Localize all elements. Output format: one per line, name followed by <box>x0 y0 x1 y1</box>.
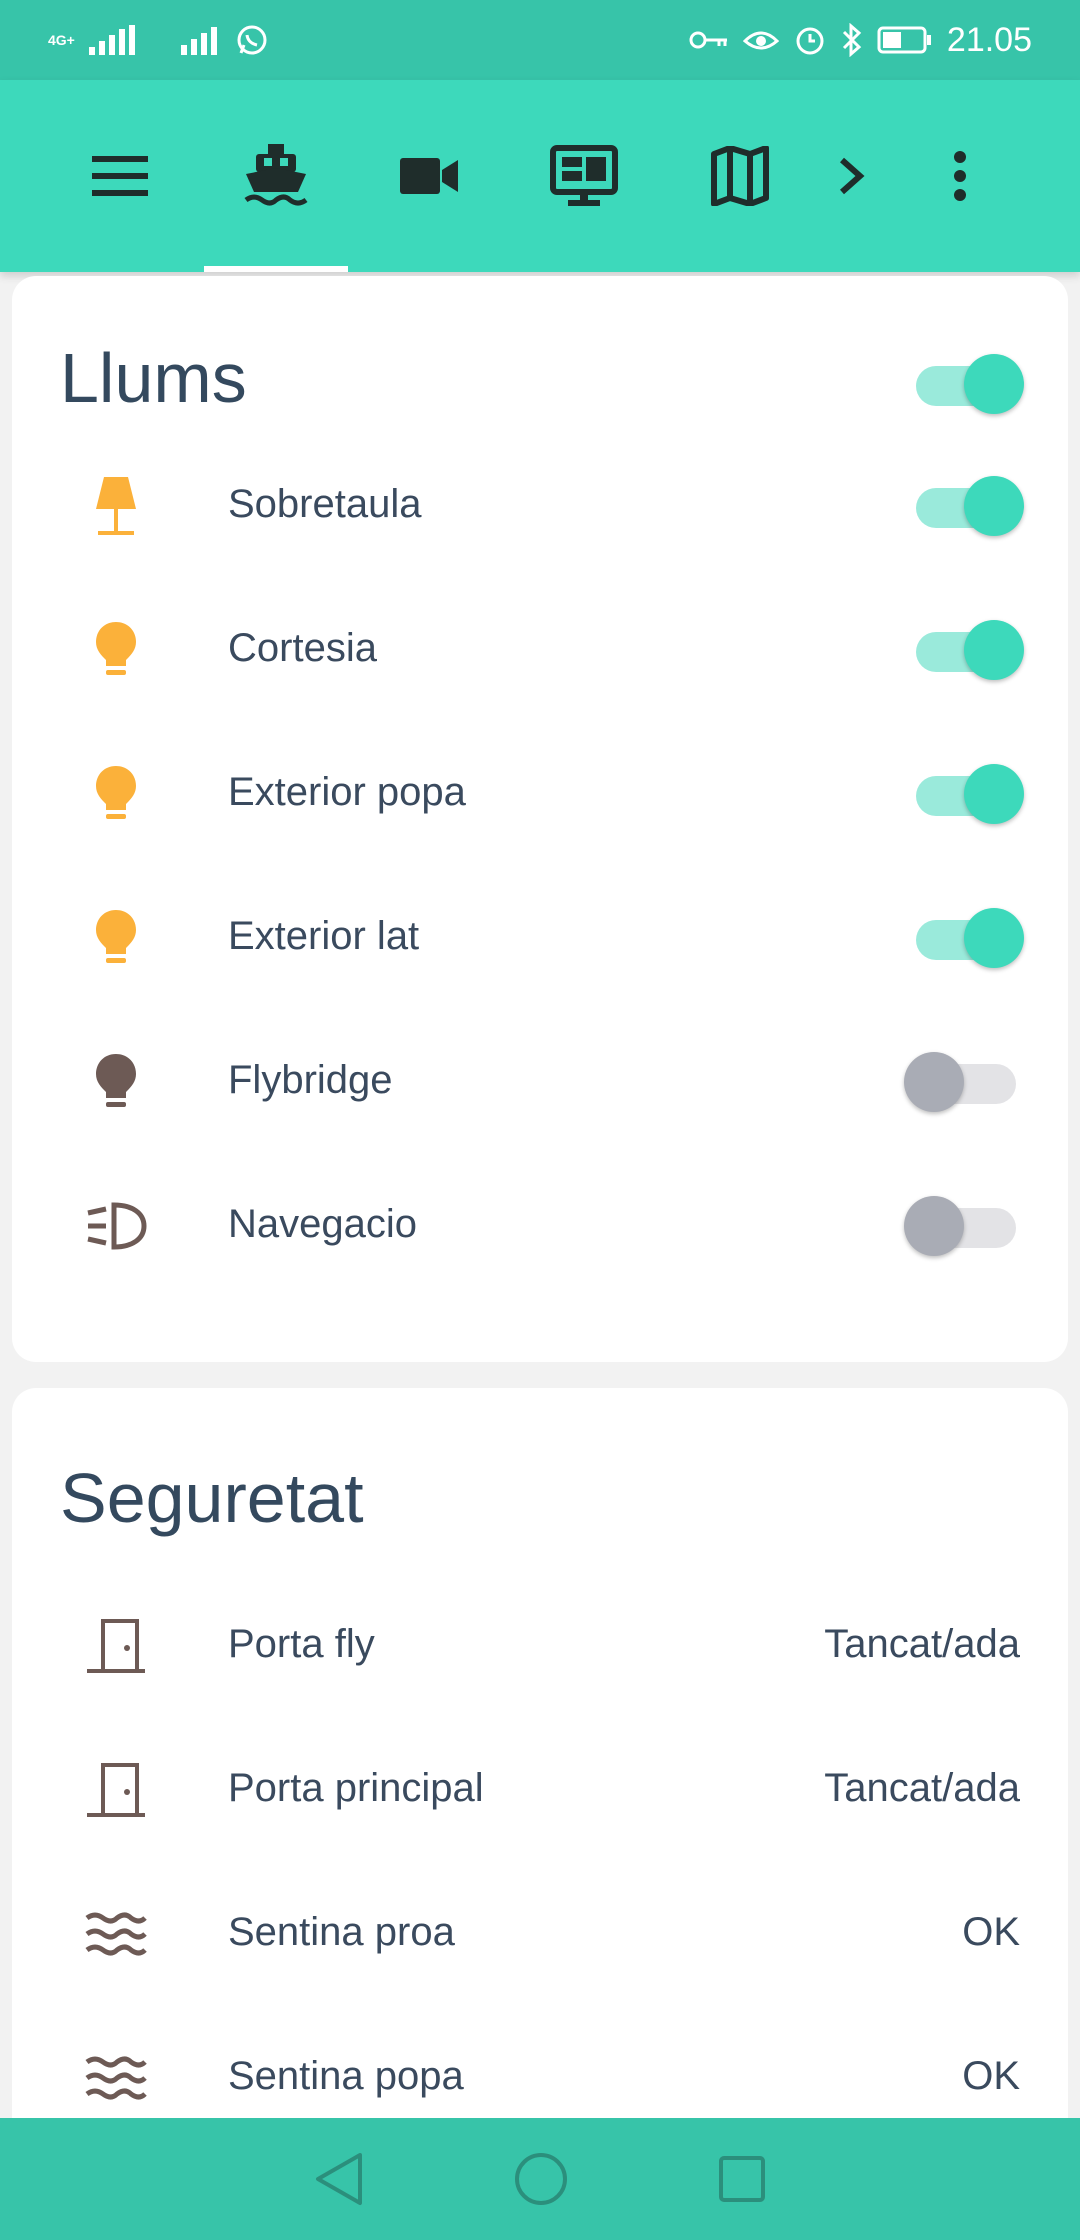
toggle-thumb <box>964 476 1024 536</box>
light-toggle-exterior-lat[interactable] <box>912 906 1024 970</box>
security-state-value: Tancat/ada <box>824 1622 1020 1666</box>
security-row-sentina-popa: Sentina popa OK <box>12 2006 1068 2118</box>
monitor-dashboard-icon <box>550 145 618 206</box>
light-row-exterior-lat: Exterior lat <box>12 866 1068 1010</box>
light-label: Cortesia <box>228 626 377 670</box>
content-area[interactable]: Llums Sobretaula Cortesia Exterior popa … <box>0 272 1080 2118</box>
signal-strength-2-icon <box>180 27 217 55</box>
light-toggle-navegacio[interactable] <box>904 1194 1020 1258</box>
light-toggle-flybridge[interactable] <box>904 1050 1020 1114</box>
light-toggle-cortesia[interactable] <box>912 618 1024 682</box>
eye-comfort-icon <box>742 31 779 50</box>
light-row-flybridge: Flybridge <box>12 1010 1068 1154</box>
toggle-thumb <box>904 1196 964 1256</box>
tab-boat[interactable] <box>204 80 348 272</box>
headlight-icon <box>84 1194 148 1258</box>
light-row-sobretaula: Sobretaula <box>12 434 1068 578</box>
lightbulb-icon <box>84 906 148 970</box>
hamburger-menu-icon <box>92 156 148 196</box>
tab-camera[interactable] <box>388 80 472 272</box>
network-type-label: 4G+ <box>48 32 75 48</box>
recents-icon[interactable] <box>718 2155 766 2203</box>
status-left: 4G+ <box>48 23 269 57</box>
light-row-navegacio: Navegacio <box>12 1154 1068 1298</box>
security-row-sentina-proa: Sentina proa OK <box>12 1862 1068 2006</box>
toggle-thumb <box>964 908 1024 968</box>
toggle-thumb <box>964 764 1024 824</box>
light-label: Navegacio <box>228 1202 418 1246</box>
security-card: Seguretat Porta fly Tancat/ada Porta pri… <box>12 1388 1068 2118</box>
toggle-thumb <box>964 620 1024 680</box>
menu-button[interactable] <box>84 80 156 272</box>
light-row-cortesia: Cortesia <box>12 578 1068 722</box>
security-state-value: Tancat/ada <box>824 1766 1020 1810</box>
tab-monitor[interactable] <box>544 80 624 272</box>
light-row-exterior-popa: Exterior popa <box>12 722 1068 866</box>
security-label: Sentina popa <box>228 2054 464 2098</box>
lightbulb-icon <box>84 618 148 682</box>
more-tabs-button[interactable] <box>826 80 878 272</box>
status-right: 21.05 <box>689 21 1032 60</box>
security-card-title: Seguretat <box>60 1459 364 1537</box>
security-label: Sentina proa <box>228 1910 455 1954</box>
home-icon[interactable] <box>514 2152 568 2206</box>
status-time: 21.05 <box>946 20 1032 59</box>
door-icon <box>84 1758 148 1822</box>
light-toggle-sobretaula[interactable] <box>912 474 1024 538</box>
toggle-thumb <box>904 1052 964 1112</box>
lights-master-toggle[interactable] <box>912 352 1024 416</box>
whatsapp-icon <box>237 25 267 55</box>
more-vertical-icon <box>954 151 966 201</box>
security-label: Porta principal <box>228 1766 484 1810</box>
door-icon <box>84 1614 148 1678</box>
chevron-right-icon <box>840 157 865 195</box>
bluetooth-icon <box>842 23 862 57</box>
security-row-porta-principal: Porta principal Tancat/ada <box>12 1718 1068 1862</box>
system-navigation-bar <box>0 2118 1080 2240</box>
app-bar <box>0 80 1080 272</box>
video-camera-icon <box>400 158 458 194</box>
toggle-thumb <box>964 354 1024 414</box>
back-icon[interactable] <box>314 2151 364 2207</box>
water-waves-icon <box>84 1902 148 1966</box>
battery-icon <box>877 26 931 54</box>
ship-icon <box>244 144 308 206</box>
security-label: Porta fly <box>228 1622 375 1666</box>
light-label: Exterior lat <box>228 914 420 958</box>
lights-card-title: Llums <box>60 339 247 417</box>
table-lamp-icon <box>84 474 148 538</box>
lightbulb-icon <box>84 1050 148 1114</box>
signal-strength-icon <box>88 25 135 55</box>
tab-map[interactable] <box>700 80 780 272</box>
security-row-porta-fly: Porta fly Tancat/ada <box>12 1574 1068 1718</box>
security-state-value: OK <box>962 1910 1020 1954</box>
water-waves-icon <box>84 2046 148 2110</box>
light-label: Sobretaula <box>228 482 422 526</box>
lights-card: Llums Sobretaula Cortesia Exterior popa … <box>12 276 1068 1362</box>
alarm-icon <box>796 27 824 55</box>
light-label: Flybridge <box>228 1058 393 1102</box>
overflow-menu-button[interactable] <box>940 80 980 272</box>
status-bar: 4G+ 21.05 <box>0 0 1080 80</box>
light-toggle-exterior-popa[interactable] <box>912 762 1024 826</box>
light-label: Exterior popa <box>228 770 466 814</box>
security-state-value: OK <box>962 2054 1020 2098</box>
map-icon <box>711 146 769 206</box>
lightbulb-icon <box>84 762 148 826</box>
vpn-key-icon <box>689 31 727 49</box>
